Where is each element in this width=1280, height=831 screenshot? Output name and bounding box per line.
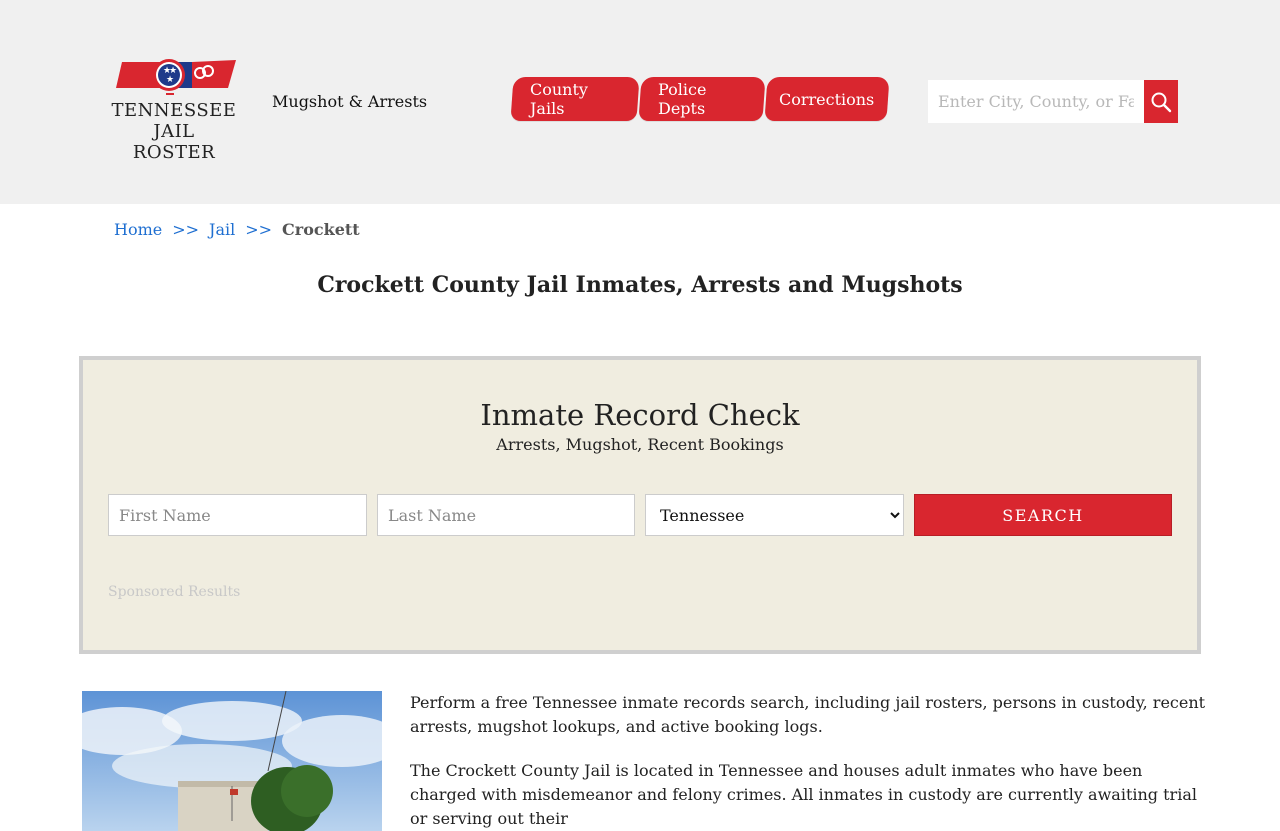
main-nav: County Jails Police Depts Corrections: [510, 77, 890, 121]
breadcrumb-home[interactable]: Home: [114, 220, 162, 239]
first-name-input[interactable]: [108, 494, 367, 536]
panel-subtitle: Arrests, Mugshot, Recent Bookings: [496, 435, 784, 454]
tennessee-flag-map-icon: ★ ★ ★: [116, 59, 236, 95]
logo-text: TENNESSEE JAIL ROSTER: [110, 100, 238, 163]
logo-line-2: JAIL ROSTER: [132, 121, 216, 163]
jail-building-photo: [82, 691, 382, 831]
site-logo[interactable]: ★ ★ ★ TENNESSEE JAIL ROSTER: [110, 56, 240, 163]
page-title: Crockett County Jail Inmates, Arrests an…: [317, 272, 963, 298]
panel-title: Inmate Record Check: [480, 398, 800, 432]
nav-corrections[interactable]: Corrections: [764, 77, 890, 121]
breadcrumb-current: Crockett: [282, 220, 360, 239]
breadcrumb-separator: >>: [172, 220, 200, 239]
search-icon: [1151, 92, 1172, 112]
nav-label: Police Depts: [658, 80, 707, 118]
photo-image: [82, 691, 382, 831]
nav-label: Corrections: [779, 89, 875, 109]
breadcrumb-separator: >>: [245, 220, 273, 239]
intro-paragraph: Perform a free Tennessee inmate records …: [410, 693, 1206, 736]
last-name-input[interactable]: [377, 494, 635, 536]
logo-line-1: TENNESSEE: [111, 100, 237, 121]
nav-label: County Jails: [530, 80, 588, 118]
breadcrumb: Home >> Jail >> Crockett: [114, 220, 360, 239]
nav-county-jails[interactable]: County Jails: [510, 77, 640, 121]
breadcrumb-jail[interactable]: Jail: [209, 220, 235, 239]
jail-description-paragraph: The Crockett County Jail is located in T…: [410, 761, 1197, 828]
svg-text:★: ★: [166, 75, 174, 85]
state-select[interactable]: Tennessee: [645, 494, 904, 536]
sponsored-results-label: Sponsored Results: [108, 584, 241, 600]
inmate-record-check-panel: Inmate Record Check Arrests, Mugshot, Re…: [79, 356, 1201, 654]
site-tagline: Mugshot & Arrests: [272, 92, 428, 111]
site-search-button[interactable]: [1144, 80, 1178, 123]
site-search: [928, 80, 1178, 123]
site-search-input[interactable]: [928, 80, 1144, 123]
site-header: ★ ★ ★ TENNESSEE JAIL ROSTER Mugshot & Ar…: [0, 0, 1280, 204]
nav-police-depts[interactable]: Police Depts: [638, 77, 766, 121]
search-button[interactable]: SEARCH: [914, 494, 1172, 536]
